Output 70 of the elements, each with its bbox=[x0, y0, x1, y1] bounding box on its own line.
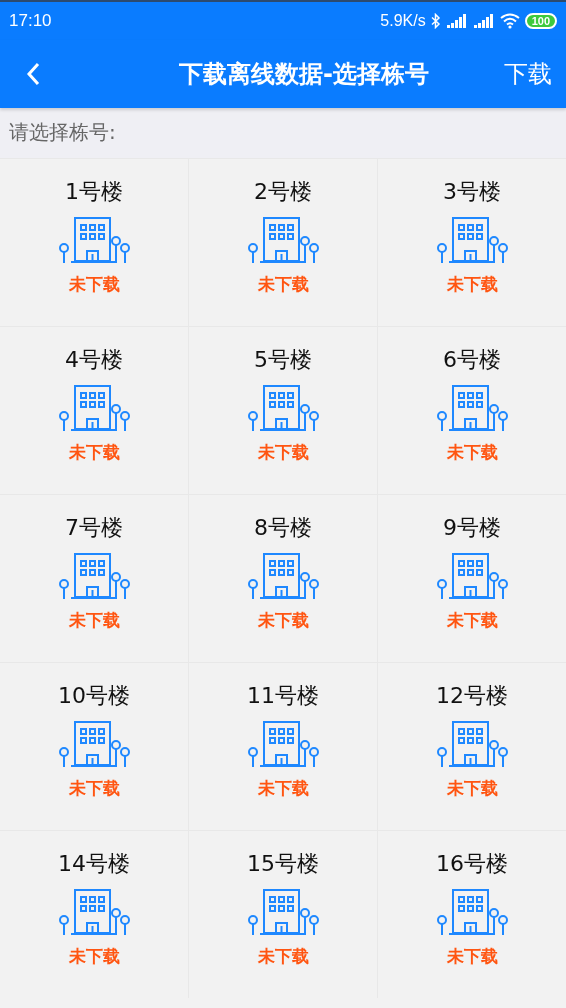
building-name: 1号楼 bbox=[65, 178, 123, 206]
building-tile[interactable]: 7号楼 未下载 bbox=[0, 495, 188, 662]
download-status: 未下载 bbox=[446, 777, 498, 800]
building-icon bbox=[58, 720, 130, 770]
building-tile[interactable]: 10号楼 未下载 bbox=[0, 663, 188, 830]
building-name: 6号楼 bbox=[443, 346, 501, 374]
download-status: 未下载 bbox=[68, 945, 120, 968]
building-name: 15号楼 bbox=[247, 850, 319, 878]
download-status: 未下载 bbox=[68, 609, 120, 632]
building-name: 9号楼 bbox=[443, 514, 501, 542]
download-status: 未下载 bbox=[257, 273, 309, 296]
building-name: 10号楼 bbox=[58, 682, 130, 710]
building-icon bbox=[58, 216, 130, 266]
building-name: 14号楼 bbox=[58, 850, 130, 878]
back-icon bbox=[26, 62, 40, 86]
building-name: 5号楼 bbox=[254, 346, 312, 374]
network-speed: 5.9K/s bbox=[380, 12, 426, 30]
building-icon bbox=[247, 216, 319, 266]
page-title: 下载离线数据-选择栋号 bbox=[179, 59, 429, 90]
building-tile[interactable]: 1号楼 未下载 bbox=[0, 159, 188, 326]
building-tile[interactable]: 12号楼 未下载 bbox=[378, 663, 566, 830]
download-status: 未下载 bbox=[68, 777, 120, 800]
download-status: 未下载 bbox=[257, 609, 309, 632]
building-icon bbox=[436, 384, 508, 434]
download-button[interactable]: 下载 bbox=[504, 58, 552, 90]
building-icon bbox=[436, 552, 508, 602]
wifi-icon bbox=[499, 13, 520, 29]
download-status: 未下载 bbox=[446, 609, 498, 632]
building-icon bbox=[247, 552, 319, 602]
building-icon bbox=[436, 216, 508, 266]
signal-icon bbox=[445, 13, 468, 29]
clock: 17:10 bbox=[9, 11, 52, 31]
download-status: 未下载 bbox=[257, 441, 309, 464]
building-tile[interactable]: 6号楼 未下载 bbox=[378, 327, 566, 494]
download-status: 未下载 bbox=[446, 945, 498, 968]
building-tile[interactable]: 15号楼 未下载 bbox=[189, 831, 377, 998]
building-tile[interactable]: 16号楼 未下载 bbox=[378, 831, 566, 998]
building-tile[interactable]: 4号楼 未下载 bbox=[0, 327, 188, 494]
download-status: 未下载 bbox=[257, 777, 309, 800]
signal-icon bbox=[472, 13, 495, 29]
building-icon bbox=[58, 888, 130, 938]
building-tile[interactable]: 11号楼 未下载 bbox=[189, 663, 377, 830]
building-name: 11号楼 bbox=[247, 682, 319, 710]
building-name: 16号楼 bbox=[436, 850, 508, 878]
building-tile[interactable]: 8号楼 未下载 bbox=[189, 495, 377, 662]
building-name: 4号楼 bbox=[65, 346, 123, 374]
building-tile[interactable]: 2号楼 未下载 bbox=[189, 159, 377, 326]
battery-indicator: 100 bbox=[524, 13, 557, 29]
building-name: 12号楼 bbox=[436, 682, 508, 710]
building-name: 2号楼 bbox=[254, 178, 312, 206]
building-icon bbox=[247, 888, 319, 938]
building-tile[interactable]: 9号楼 未下载 bbox=[378, 495, 566, 662]
building-tile[interactable]: 14号楼 未下载 bbox=[0, 831, 188, 998]
building-icon bbox=[436, 888, 508, 938]
download-status: 未下载 bbox=[68, 441, 120, 464]
building-icon bbox=[58, 384, 130, 434]
building-icon bbox=[247, 720, 319, 770]
building-name: 3号楼 bbox=[443, 178, 501, 206]
building-icon bbox=[247, 384, 319, 434]
download-status: 未下载 bbox=[68, 273, 120, 296]
building-name: 8号楼 bbox=[254, 514, 312, 542]
building-icon bbox=[58, 552, 130, 602]
building-tile[interactable]: 3号楼 未下载 bbox=[378, 159, 566, 326]
download-status: 未下载 bbox=[446, 441, 498, 464]
building-name: 7号楼 bbox=[65, 514, 123, 542]
bluetooth-icon bbox=[430, 13, 441, 29]
download-status: 未下载 bbox=[446, 273, 498, 296]
download-status: 未下载 bbox=[257, 945, 309, 968]
building-tile[interactable]: 5号楼 未下载 bbox=[189, 327, 377, 494]
building-icon bbox=[436, 720, 508, 770]
